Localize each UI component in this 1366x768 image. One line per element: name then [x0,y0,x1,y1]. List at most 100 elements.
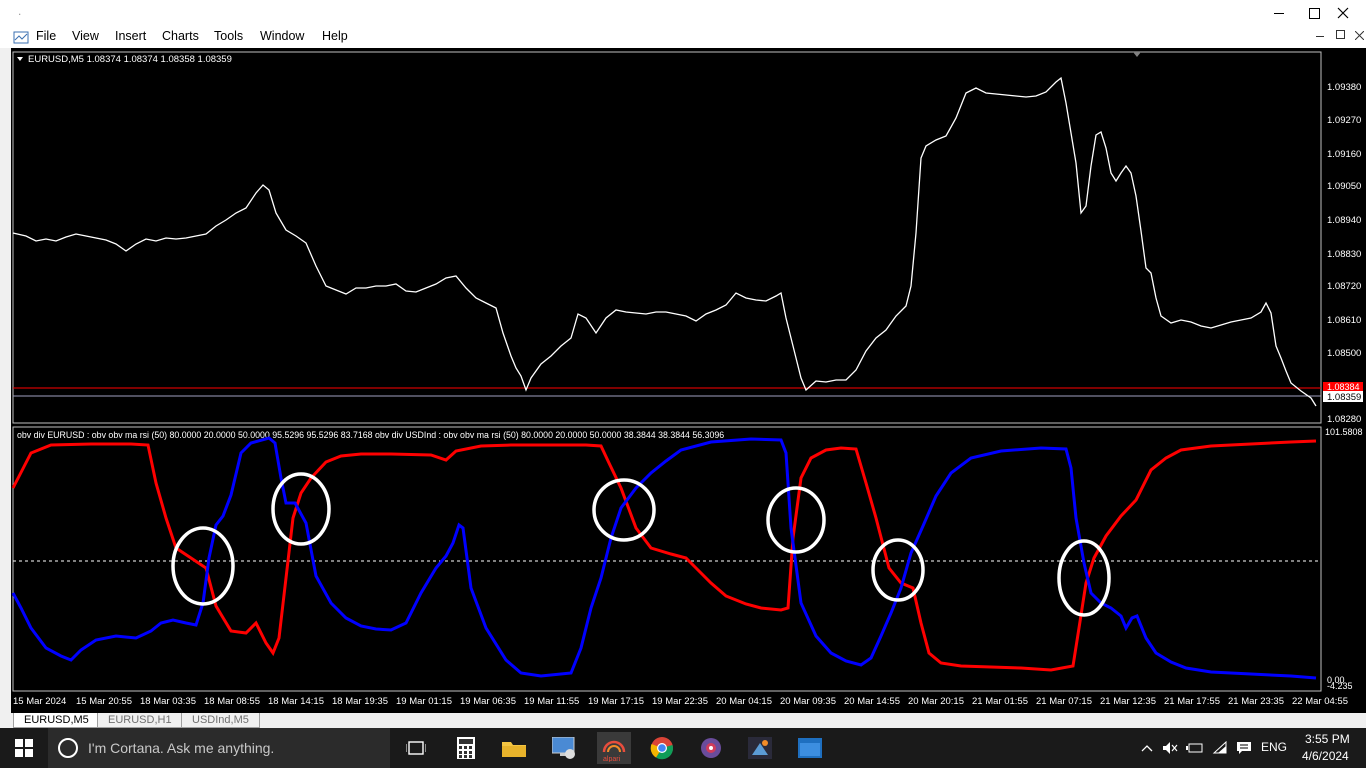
start-button[interactable] [8,732,40,764]
annotation-circle [271,472,331,546]
tray-expand-icon[interactable] [1141,744,1153,752]
action-center-icon[interactable] [1236,741,1252,755]
chrome-icon [650,737,674,760]
volume-muted-icon[interactable] [1162,741,1178,755]
menu-help[interactable]: Help [322,29,348,43]
time-tick: 19 Mar 06:35 [460,696,516,707]
file-explorer-app[interactable] [498,732,530,764]
symbol-info: EURUSD,M5 1.08374 1.08374 1.08358 1.0835… [28,54,232,65]
mdi-restore-button[interactable] [1336,30,1345,39]
chart-canvas[interactable]: EURUSD,M5 1.08374 1.08374 1.08358 1.0835… [11,48,1366,713]
time-tick: 18 Mar 14:15 [268,696,324,707]
tab-eurusd-m5[interactable]: EURUSD,M5 [13,713,100,728]
menu-window[interactable]: Window [260,29,304,43]
time-tick: 22 Mar 04:55 [1292,696,1348,707]
time-tick: 18 Mar 03:35 [140,696,196,707]
chart-window[interactable]: EURUSD,M5 1.08374 1.08374 1.08358 1.0835… [11,48,1366,713]
tab-usdind-m5[interactable]: USDInd,M5 [181,713,260,728]
clock-time[interactable]: 3:55 PM [1305,732,1350,746]
menu-tools[interactable]: Tools [214,29,243,43]
chart-tabs-bar: EURUSD,M5 EURUSD,H1 USDInd,M5 [0,713,1366,728]
menu-file[interactable]: File [36,29,56,43]
alpari-logo-icon: alpari [602,740,626,762]
menu-insert[interactable]: Insert [115,29,146,43]
time-axis: 15 Mar 2024 15 Mar 20:55 18 Mar 03:35 18… [13,696,1348,707]
minimize-icon [1274,12,1284,14]
menu-bar: File View Insert Charts Tools Window Hel… [0,26,1366,48]
time-tick: 20 Mar 09:35 [780,696,836,707]
annotation-circles [171,472,1111,617]
annotation-circle [871,538,925,602]
remote-desktop-app[interactable] [548,732,580,764]
indicator-header: obv div EURUSD : obv obv ma rsi (50) 80.… [17,430,724,440]
taskbar: I'm Cortana. Ask me anything. alpari ENG… [0,728,1366,768]
indicator-bottom-label-b: -4.235 [1327,681,1353,691]
mdi-close-button[interactable] [1355,31,1364,40]
price-tick: 1.09270 [1327,115,1361,126]
price-series [12,76,1317,407]
current-price-label: 1.08359 [1327,392,1361,403]
price-tick: 1.08940 [1327,215,1361,226]
price-tick: 1.08500 [1327,348,1361,359]
maximize-icon [1308,7,1320,19]
window-title: . [18,4,22,18]
time-tick: 18 Mar 19:35 [332,696,388,707]
price-tick: 1.08280 [1327,414,1361,425]
time-tick: 18 Mar 08:55 [204,696,260,707]
media-app[interactable] [695,732,727,764]
shift-marker[interactable] [1133,52,1141,57]
tab-eurusd-h1[interactable]: EURUSD,H1 [97,713,183,728]
menu-view[interactable]: View [72,29,99,43]
wifi-icon[interactable] [1212,741,1228,755]
time-tick: 19 Mar 11:55 [524,696,579,707]
app-icon [13,31,29,44]
menu-charts[interactable]: Charts [162,29,199,43]
time-tick: 15 Mar 20:55 [76,696,132,707]
alpari-app[interactable]: alpari [597,732,631,764]
collapse-triangle-icon[interactable] [17,57,23,61]
title-bar: . [0,0,1366,26]
clock-date[interactable]: 4/6/2024 [1302,749,1349,763]
battery-icon[interactable] [1186,741,1204,755]
red-price-label: 1.08384 [1327,382,1360,392]
language-indicator[interactable]: ENG [1261,740,1287,754]
price-tick: 1.09050 [1327,181,1361,192]
close-icon [1337,7,1349,19]
cortana-search-box[interactable]: I'm Cortana. Ask me anything. [48,728,390,768]
price-tick: 1.08610 [1327,315,1361,326]
annotation-circle [592,478,656,542]
usdind-rsi-line [11,436,1317,680]
time-tick: 20 Mar 04:15 [716,696,772,707]
time-tick: 19 Mar 22:35 [652,696,708,707]
image-app[interactable] [744,732,776,764]
task-view-button[interactable] [400,732,432,764]
calculator-icon [457,737,475,759]
window-app-icon [798,738,822,758]
calculator-app[interactable] [450,732,482,764]
time-tick: 20 Mar 14:55 [844,696,900,707]
price-axis: 1.09380 1.09270 1.09160 1.09050 1.08940 … [1327,82,1361,425]
mdi-minimize-button[interactable] [1316,36,1324,37]
indicator-top-label: 101.5808 [1325,427,1363,437]
time-tick: 21 Mar 23:35 [1228,696,1284,707]
monitor-icon [552,737,575,759]
cortana-placeholder: I'm Cortana. Ask me anything. [88,740,275,756]
price-tick: 1.08830 [1327,249,1361,260]
image-icon [748,737,772,759]
time-tick: 15 Mar 2024 [13,696,66,707]
time-tick: 19 Mar 17:15 [588,696,644,707]
folder-icon [502,742,526,757]
chrome-app[interactable] [646,732,678,764]
price-tick: 1.09380 [1327,82,1361,93]
price-panel-frame [12,51,1322,424]
time-tick: 21 Mar 17:55 [1164,696,1220,707]
close-button[interactable] [1320,0,1366,26]
svg-text:alpari: alpari [603,756,621,762]
price-tick: 1.09160 [1327,149,1361,160]
cortana-icon [58,738,78,758]
windows-logo-icon [15,739,33,757]
media-player-icon [701,738,721,758]
window-app[interactable] [794,732,826,764]
time-tick: 19 Mar 01:15 [396,696,452,707]
price-tick: 1.08720 [1327,281,1361,292]
